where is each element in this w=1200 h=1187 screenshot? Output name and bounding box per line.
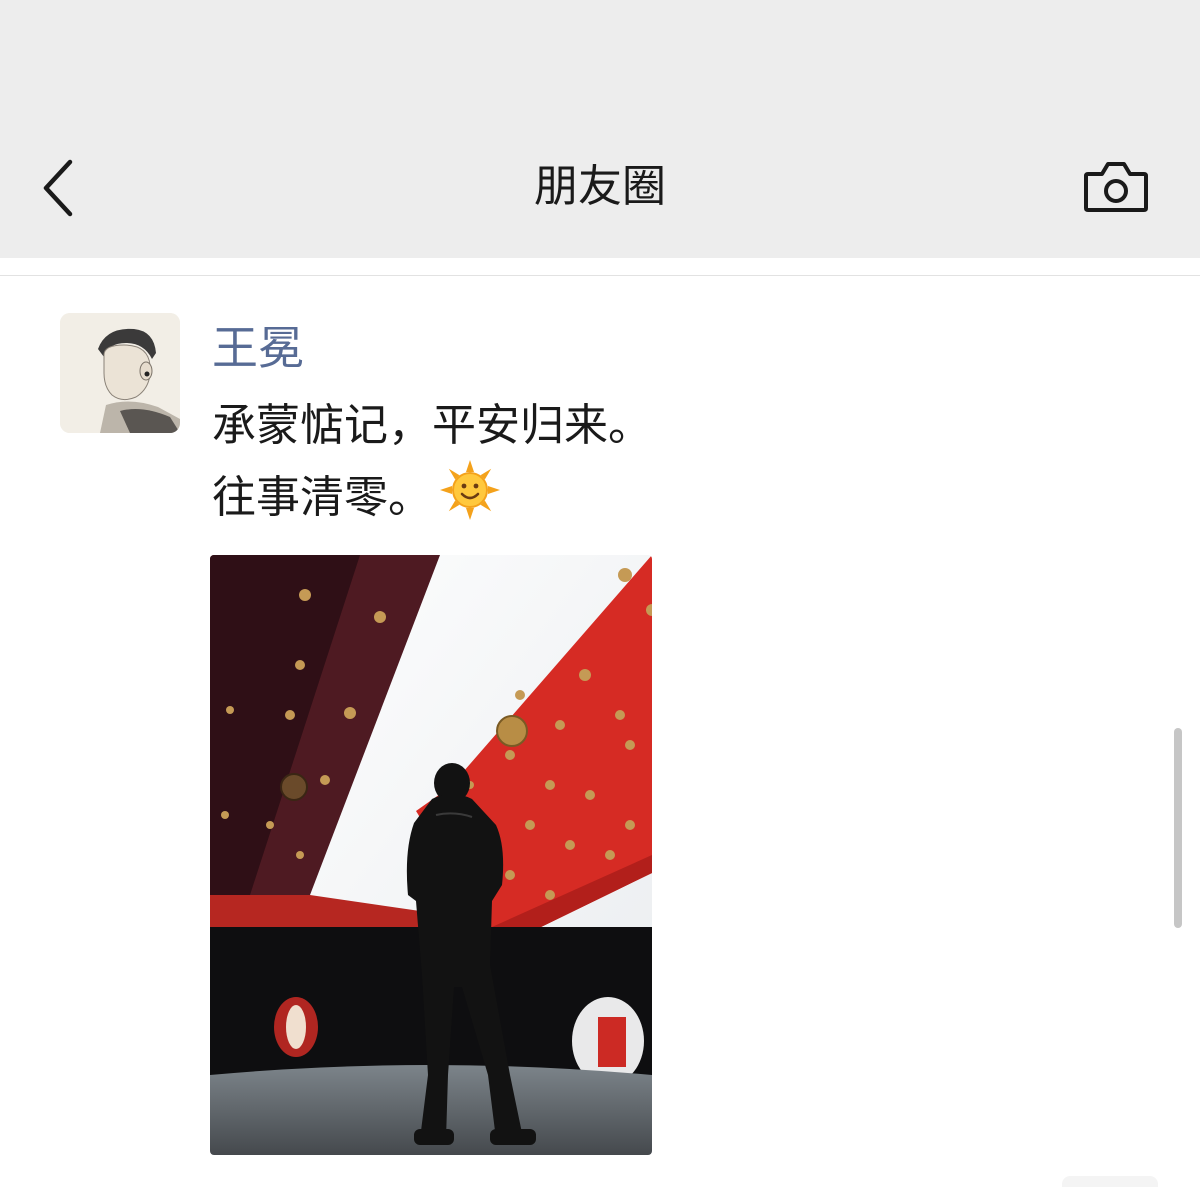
post-text-line-1: 承蒙惦记，平安归来。 xyxy=(212,400,652,451)
page-title: 朋友圈 xyxy=(534,161,666,212)
camera-icon xyxy=(1084,162,1148,212)
smiling-sun-icon xyxy=(440,460,500,520)
moment-post: 王冕 承蒙惦记，平安归来。 往事清零。 xyxy=(0,276,1200,1187)
post-text-line-2: 往事清零。 xyxy=(212,458,652,530)
camera-button[interactable] xyxy=(1080,158,1152,218)
author-name[interactable]: 王冕 xyxy=(212,316,304,380)
post-text-line-2-text: 往事清零。 xyxy=(212,472,432,523)
post-photo[interactable] xyxy=(210,555,652,1155)
avatar[interactable] xyxy=(60,313,180,433)
photo-man-under-red-gate xyxy=(210,555,652,1155)
scrollbar-thumb[interactable] xyxy=(1174,728,1182,928)
moments-page: 朋友圈 王冕 承蒙惦记，平安归来。 往事清零。 xyxy=(0,0,1200,1187)
nav-bar: 朋友圈 xyxy=(0,0,1200,258)
post-text: 承蒙惦记，平安归来。 往事清零。 xyxy=(212,394,652,530)
avatar-portrait-icon xyxy=(60,313,180,433)
back-button[interactable] xyxy=(30,150,90,226)
chevron-left-icon xyxy=(43,159,73,217)
bottom-edge-element xyxy=(1062,1176,1158,1187)
